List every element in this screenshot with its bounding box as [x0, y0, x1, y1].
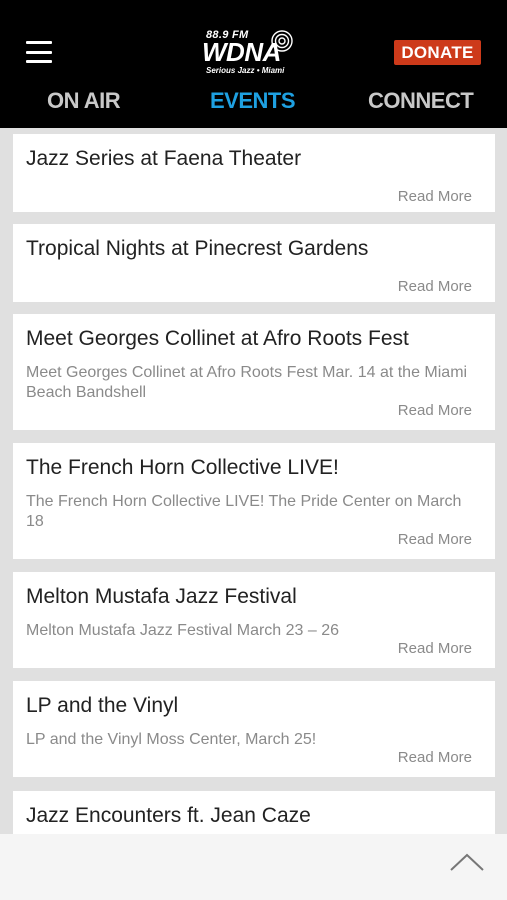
event-card[interactable]: Tropical Nights at Pinecrest Gardens Rea… [13, 224, 495, 302]
read-more-link[interactable]: Read More [398, 531, 472, 548]
event-description: Melton Mustafa Jazz Festival March 23 – … [26, 622, 340, 639]
event-title[interactable]: The French Horn Collective LIVE! [26, 456, 339, 480]
event-description: LP and the Vinyl Moss Center, March 25! [26, 731, 317, 748]
event-card[interactable]: Meet Georges Collinet at Afro Roots Fest… [13, 314, 495, 430]
event-title[interactable]: Melton Mustafa Jazz Festival [26, 585, 297, 609]
event-card[interactable]: Jazz Encounters ft. Jean Caze [13, 791, 495, 834]
event-card[interactable]: Jazz Series at Faena Theater Read More [13, 134, 495, 212]
event-description: The French Horn Collective LIVE! The Pri… [26, 493, 462, 530]
wdna-logo[interactable]: 88.9 FM WDNA Serious Jazz • Miami [202, 28, 308, 76]
app-header: 88.9 FM WDNA Serious Jazz • Miami DONATE… [0, 0, 507, 128]
event-description: Meet Georges Collinet at Afro Roots Fest… [26, 364, 468, 401]
tab-events[interactable]: EVENTS [210, 88, 296, 114]
read-more-link[interactable]: Read More [398, 278, 472, 295]
main-tabs: ON AIR EVENTS CONNECT [0, 88, 507, 120]
tab-on-air[interactable]: ON AIR [47, 88, 121, 114]
read-more-link[interactable]: Read More [398, 188, 472, 205]
read-more-link[interactable]: Read More [398, 402, 472, 419]
event-title[interactable]: Meet Georges Collinet at Afro Roots Fest [26, 327, 409, 351]
read-more-link[interactable]: Read More [398, 749, 472, 766]
chevron-up-icon[interactable] [448, 850, 486, 876]
read-more-link[interactable]: Read More [398, 640, 472, 657]
bottom-bar [0, 834, 507, 900]
tab-connect[interactable]: CONNECT [368, 88, 474, 114]
event-card[interactable]: The French Horn Collective LIVE! The Fre… [13, 443, 495, 559]
event-card[interactable]: Melton Mustafa Jazz Festival Melton Must… [13, 572, 495, 668]
event-title[interactable]: LP and the Vinyl [26, 694, 178, 718]
donate-button[interactable]: DONATE [394, 40, 481, 65]
event-title[interactable]: Jazz Encounters ft. Jean Caze [26, 804, 311, 828]
event-title[interactable]: Jazz Series at Faena Theater [26, 147, 301, 171]
events-list: Jazz Series at Faena Theater Read More T… [0, 128, 507, 834]
logo-tagline: Serious Jazz • Miami [206, 66, 285, 75]
hamburger-menu-icon[interactable] [26, 41, 52, 63]
event-card[interactable]: LP and the Vinyl LP and the Vinyl Moss C… [13, 681, 495, 777]
logo-name: WDNA [202, 37, 281, 67]
event-title[interactable]: Tropical Nights at Pinecrest Gardens [26, 237, 368, 261]
